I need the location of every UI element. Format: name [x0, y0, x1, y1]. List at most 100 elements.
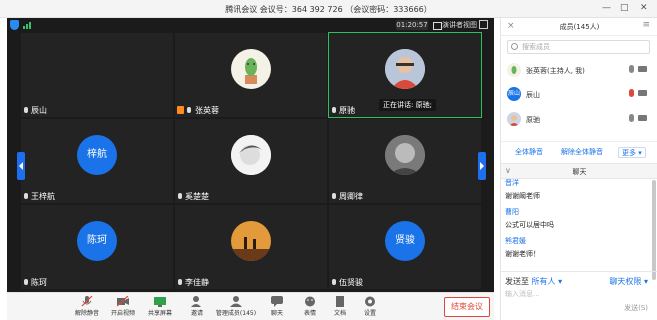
settings-icon [364, 296, 376, 307]
avatar: 辰山 [507, 87, 521, 101]
chat-button[interactable]: 聊天 [259, 295, 295, 319]
video-top-bar: 01:20:57 演讲者视图 [7, 18, 494, 32]
video-tile[interactable]: 张英蓉 [175, 33, 327, 117]
video-tile-active-speaker[interactable]: 正在讲话: 原驰; 原驰 [328, 32, 482, 118]
settings-button[interactable]: 设置 [352, 295, 388, 319]
chat-sender: 曹阳 [505, 208, 519, 216]
participant-name: 陈珂 [23, 277, 47, 288]
avatar: 梓航 [77, 135, 117, 175]
person-avatar-icon [385, 49, 425, 89]
camera-icon[interactable] [638, 90, 647, 96]
security-shield-icon[interactable] [10, 20, 19, 30]
participant-name: 王梓航 [23, 191, 55, 202]
microphone-muted-icon[interactable] [629, 89, 634, 97]
video-tile[interactable]: 周卿律 [329, 119, 481, 203]
video-tile[interactable]: 陈珂 陈珂 [21, 205, 173, 289]
avatar [231, 49, 271, 89]
share-screen-button[interactable]: 共享屏幕 [142, 295, 178, 319]
member-actions: 全体静音 解除全体静音 更多 ▾ [501, 141, 657, 163]
microphone-muted-icon [81, 295, 93, 307]
side-panel: × 成员(145人) ≡ 搜索成员 张英蓉(主持人, 我) 辰山 辰山 原驰 全… [500, 18, 657, 320]
camera-icon[interactable] [638, 66, 647, 72]
video-tile[interactable]: 贤骏 伍贤骏 [329, 205, 481, 289]
unmute-button[interactable]: 解除静音 [69, 295, 105, 319]
sunset-avatar-icon [231, 221, 271, 261]
maximize-icon[interactable]: □ [620, 3, 629, 13]
title-bar: 腾讯会议 会议号：364 392 726 （会议密码：333666） — □ ✕ [0, 0, 657, 18]
avatar [507, 63, 521, 77]
participant-name: 周卿律 [331, 191, 363, 202]
network-signal-icon [23, 22, 32, 29]
document-icon [334, 296, 346, 307]
members-icon [230, 296, 242, 307]
manage-members-button[interactable]: 管理成员(145) [213, 295, 259, 319]
mute-all-button[interactable]: 全体静音 [515, 147, 543, 158]
avatar: 贤骏 [385, 221, 425, 261]
member-row[interactable]: 原驰 [507, 111, 650, 127]
previous-page-arrow-icon[interactable] [17, 152, 25, 180]
end-meeting-button[interactable]: 结束会议 [444, 297, 490, 317]
chat-icon [271, 296, 283, 307]
microphone-icon[interactable] [629, 65, 634, 73]
minimize-icon[interactable]: — [602, 3, 611, 13]
send-to-dropdown[interactable]: 所有人 ▾ [532, 277, 563, 286]
chat-input-area: 发送至 所有人 ▾ 聊天权限 ▾ 输入消息... 发送(S) [501, 271, 657, 320]
microphone-icon[interactable] [629, 114, 634, 122]
next-page-arrow-icon[interactable] [478, 152, 486, 180]
avatar: 陈珂 [77, 221, 117, 261]
emoji-icon [304, 296, 316, 307]
chat-scrollbar[interactable] [652, 180, 656, 280]
chat-sender: 晋洋 [505, 179, 519, 187]
participant-name: 奚楚楚 [177, 191, 209, 202]
close-icon[interactable]: ✕ [640, 3, 648, 13]
invite-icon [191, 296, 203, 307]
participant-name: 张英蓉 [177, 105, 219, 116]
video-tile[interactable]: 梓航 王梓航 [21, 119, 173, 203]
chat-message: 公式可以居中吗 [505, 221, 554, 229]
video-tile[interactable]: 李佳静 [175, 205, 327, 289]
avatar [231, 135, 271, 175]
window-title: 腾讯会议 会议号：364 392 726 （会议密码：333666） [225, 5, 432, 14]
fullscreen-icon[interactable] [479, 20, 488, 29]
video-tile[interactable]: 辰山 [21, 33, 173, 117]
unmute-all-button[interactable]: 解除全体静音 [561, 147, 603, 158]
camera-off-icon [116, 295, 129, 307]
members-title: 成员(145人) [559, 23, 600, 31]
meeting-toolbar: 解除静音 开启视频 共享屏幕 邀请 管理成员(145) 聊天 表情 文档 设置 … [7, 292, 494, 320]
video-grid: 01:20:57 演讲者视图 辰山 张英蓉 正在讲话: 原驰; 原驰 梓航 王梓… [7, 18, 494, 292]
more-button[interactable]: 更多 ▾ [618, 147, 646, 158]
video-tile[interactable]: 奚楚楚 [175, 119, 327, 203]
chat-permission-dropdown[interactable]: 聊天权限 ▾ [609, 276, 648, 287]
avatar [231, 221, 271, 261]
gray-avatar-icon [385, 135, 425, 175]
avatar [385, 135, 425, 175]
meeting-timer: 01:20:57 [396, 20, 428, 30]
invite-button[interactable]: 邀请 [179, 295, 215, 319]
member-row[interactable]: 辰山 辰山 [507, 86, 650, 102]
member-name: 张英蓉(主持人, 我) [526, 67, 585, 75]
search-icon [511, 43, 518, 50]
avatar [385, 49, 425, 89]
send-button[interactable]: 发送(S) [624, 303, 648, 313]
share-screen-icon [154, 296, 166, 307]
menu-icon[interactable]: ≡ [642, 20, 650, 30]
chat-message: 谢谢阚老师 [505, 192, 540, 200]
member-name: 辰山 [526, 91, 540, 99]
chat-input[interactable]: 输入消息... [505, 289, 540, 299]
speaker-view-button[interactable]: 演讲者视图 [433, 20, 477, 30]
chat-message: 谢谢老师！ [505, 250, 540, 258]
camera-icon[interactable] [638, 115, 647, 121]
chat-sender: 熊君媛 [505, 237, 526, 245]
member-search-input[interactable]: 搜索成员 [507, 40, 650, 54]
member-row[interactable]: 张英蓉(主持人, 我) [507, 62, 650, 78]
avatar [507, 112, 521, 126]
participant-name: 辰山 [23, 105, 47, 116]
participant-name: 伍贤骏 [331, 277, 363, 288]
start-video-button[interactable]: 开启视频 [105, 295, 141, 319]
participant-name: 原驰 [331, 105, 355, 116]
sketch-avatar-icon [231, 135, 271, 175]
chat-header: ∨ 聊天 [501, 163, 657, 179]
members-header: × 成员(145人) ≡ [501, 18, 657, 36]
member-name: 原驰 [526, 116, 540, 124]
speaking-indicator: 正在讲话: 原驰; [379, 99, 436, 111]
